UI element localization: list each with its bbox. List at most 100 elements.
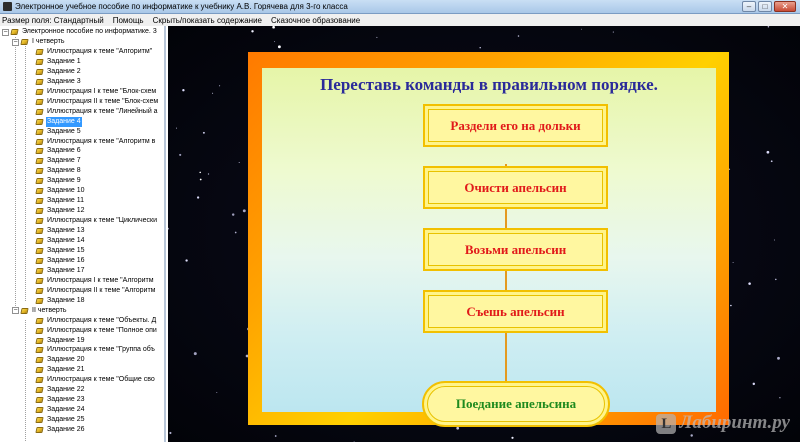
star [216, 392, 218, 393]
tree-item[interactable]: Задание 15 [35, 246, 86, 256]
tree-item-label: Иллюстрация II к теме "Алгоритм [47, 286, 156, 294]
command-box-1[interactable]: Раздели его на дольки [423, 104, 608, 147]
window-title: Электронное учебное пособие по информати… [15, 2, 348, 11]
app-icon [3, 2, 12, 11]
tree-item-label: Иллюстрация к теме "Объекты. Д [47, 316, 157, 324]
star [199, 178, 202, 181]
tree-item[interactable]: Задание 18 [35, 296, 86, 306]
watermark-logo-icon: L [656, 413, 677, 434]
tree-item[interactable]: Задание 25 [35, 415, 86, 425]
tree-item[interactable]: Задание 17 [35, 266, 86, 276]
book-icon [35, 88, 44, 95]
tree-root-label: Электронное пособие по информатике. 3 [22, 28, 157, 35]
command-box-4[interactable]: Съешь апельсин [423, 290, 608, 333]
tree-item[interactable]: Иллюстрация к теме "Группа объ [35, 345, 156, 355]
tree-item[interactable]: Задание 2 [35, 67, 82, 77]
tree-item[interactable]: Задание 10 [35, 186, 86, 196]
book-icon [35, 417, 44, 424]
command-box-3[interactable]: Возьми апельсин [423, 228, 608, 271]
tree-item[interactable]: Иллюстрация к теме "Общие сво [35, 375, 156, 385]
book-icon [35, 128, 44, 135]
menu-fairy-education[interactable]: Сказочное образование [271, 16, 360, 25]
collapse-icon[interactable]: − [12, 307, 19, 315]
tree-item[interactable]: Иллюстрация к теме "Линейный а [35, 107, 159, 117]
tree-item[interactable]: Задание 4 [35, 116, 82, 127]
book-icon [35, 267, 44, 274]
tree-item[interactable]: Задание 16 [35, 256, 86, 266]
star [770, 160, 773, 163]
tree-item[interactable]: Задание 9 [35, 176, 82, 186]
tree-item[interactable]: Задание 7 [35, 156, 82, 166]
tree-item[interactable]: Задание 11 [35, 196, 85, 206]
tree-item-label: Задание 24 [47, 406, 85, 414]
tree-item-label: Задание 10 [47, 187, 85, 195]
book-icon [35, 317, 44, 324]
tree-item[interactable]: Иллюстрация к теме "Объекты. Д [35, 316, 157, 326]
book-icon [35, 297, 44, 304]
command-box-2[interactable]: Очисти апельсин [423, 166, 608, 209]
tree-item[interactable]: Задание 14 [35, 236, 86, 246]
star [690, 434, 693, 437]
star [212, 92, 214, 94]
collapse-icon[interactable]: − [2, 28, 9, 36]
tree-item[interactable]: Задание 1 [35, 57, 82, 67]
tree-item[interactable]: Иллюстрация к теме "Полное опи [35, 326, 158, 336]
tree-item[interactable]: Задание 5 [35, 127, 82, 137]
star [219, 85, 221, 87]
tree-item-label: Иллюстрация к теме "Линейный а [47, 107, 158, 115]
tree-item-label: Задание 20 [47, 356, 85, 364]
tree-item[interactable]: Иллюстрация II к теме "Блок-схем [35, 97, 159, 107]
book-icon [35, 347, 44, 354]
tree-item[interactable]: Задание 21 [35, 365, 86, 375]
star [251, 30, 254, 33]
tree-item[interactable]: Задание 22 [35, 385, 86, 395]
contents-tree[interactable]: − Электронное пособие по информатике. 3 … [0, 26, 166, 442]
tree-root[interactable]: − Электронное пособие по информатике. 3 [2, 27, 158, 37]
book-icon [35, 78, 44, 85]
tree-item-label: Задание 22 [47, 386, 85, 394]
maximize-button[interactable]: □ [758, 1, 772, 12]
book-icon [35, 98, 44, 105]
menu-field-size[interactable]: Размер поля: Стандартный [2, 16, 104, 25]
tree-item[interactable]: Задание 26 [35, 425, 86, 435]
tree-item[interactable]: Задание 20 [35, 355, 86, 365]
book-icon [10, 29, 19, 35]
book-icon [35, 168, 44, 175]
star [456, 426, 460, 430]
task-frame: Переставь команды в правильном порядке. … [248, 52, 729, 427]
close-button[interactable]: ✕ [774, 1, 796, 12]
goal-label: Поедание апельсина [427, 386, 605, 422]
tree-item[interactable]: Задание 8 [35, 166, 82, 176]
command-label-4: Съешь апельсин [428, 295, 603, 328]
tree-item-label: Иллюстрация к теме "Общие сво [47, 376, 155, 384]
tree-item[interactable]: Задание 6 [35, 146, 82, 156]
window-controls: – □ ✕ [742, 1, 796, 12]
tree-item[interactable]: Задание 12 [35, 206, 86, 216]
tree-section[interactable]: − II четверть [12, 306, 67, 316]
book-icon [35, 357, 44, 364]
tree-section[interactable]: − I четверть [12, 37, 66, 47]
collapse-icon[interactable]: − [12, 38, 19, 46]
star [179, 153, 182, 156]
tree-item-label: Иллюстрация I к теме "Алгоритм [47, 276, 154, 284]
tree-item[interactable]: Иллюстрация II к теме "Алгоритм [35, 286, 156, 296]
tree-item[interactable]: Иллюстрация к теме "Алгоритм в [35, 137, 156, 147]
star [238, 161, 240, 164]
menu-toggle-contents[interactable]: Скрыть/показать содержание [153, 16, 262, 25]
command-label-1: Раздели его на дольки [428, 109, 603, 142]
minimize-button[interactable]: – [742, 1, 756, 12]
tree-item[interactable]: Иллюстрация к теме "Алгоритм" [35, 47, 153, 57]
tree-item[interactable]: Иллюстрация I к теме "Блок-схем [35, 87, 157, 97]
tree-item[interactable]: Задание 3 [35, 77, 82, 87]
star [773, 239, 775, 241]
tree-item[interactable]: Иллюстрация I к теме "Алгоритм [35, 276, 155, 286]
tree-item-label: I четверть [32, 38, 65, 45]
tree-item-label: Задание 8 [47, 167, 81, 175]
tree-item[interactable]: Задание 23 [35, 395, 86, 405]
tree-item[interactable]: Задание 19 [35, 336, 86, 346]
menu-help[interactable]: Помощь [113, 16, 144, 25]
tree-item[interactable]: Иллюстрация к теме "Циклически [35, 216, 158, 226]
book-icon [35, 188, 44, 195]
tree-item[interactable]: Задание 13 [35, 226, 86, 236]
tree-item[interactable]: Задание 24 [35, 405, 86, 415]
